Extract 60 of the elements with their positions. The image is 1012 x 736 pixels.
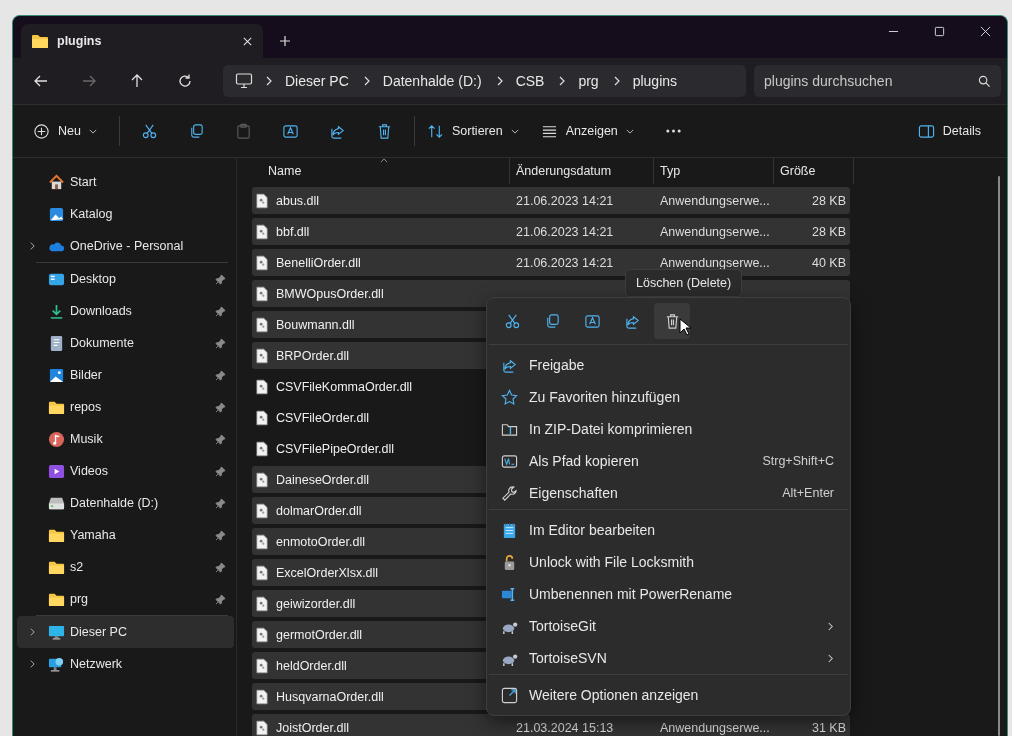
menu-label: Freigabe bbox=[529, 357, 586, 373]
file-name: BenelliOrder.dll bbox=[276, 255, 361, 270]
file-name: heldOrder.dll bbox=[276, 658, 347, 673]
file-name: germotOrder.dll bbox=[276, 627, 363, 642]
sidebar-label: s2 bbox=[70, 560, 85, 574]
date-cell: 21.06.2023 14:21 bbox=[516, 224, 614, 239]
menu-label: In ZIP-Datei komprimieren bbox=[529, 421, 694, 437]
file-name: CSVFileOrder.dll bbox=[276, 410, 370, 425]
date-cell: 21.03.2024 15:13 bbox=[516, 720, 614, 735]
sidebar-label: OneDrive - Personal bbox=[70, 239, 185, 253]
sidebar-label: Bilder bbox=[70, 368, 103, 382]
size-cell: 28 KB bbox=[811, 193, 846, 208]
tooltip: Löschen (Delete) bbox=[625, 269, 743, 297]
file-name: ExcelOrderXlsx.dll bbox=[276, 565, 379, 580]
menu-label: TortoiseGit bbox=[529, 618, 597, 634]
sidebar-label: Downloads bbox=[70, 304, 133, 318]
sidebar-label: Musik bbox=[70, 432, 104, 446]
sidebar-label: Katalog bbox=[70, 207, 114, 221]
menu-label: TortoiseSVN bbox=[529, 650, 608, 666]
date-cell: 21.06.2023 14:21 bbox=[516, 255, 614, 270]
sidebar-label: Dokumente bbox=[70, 336, 135, 350]
file-name: geiwizorder.dll bbox=[276, 596, 356, 611]
file-name: enmotoOrder.dll bbox=[276, 534, 365, 549]
sidebar-label: Desktop bbox=[70, 272, 117, 286]
type-cell: Anwendungserwe... bbox=[660, 193, 770, 208]
file-name: HusqvarnaOrder.dll bbox=[276, 689, 384, 704]
date-cell: 21.06.2023 14:21 bbox=[516, 193, 614, 208]
sidebar-label: Dieser PC bbox=[70, 625, 128, 639]
sidebar-label: Start bbox=[70, 175, 98, 189]
file-name: DaineseOrder.dll bbox=[276, 472, 370, 487]
file-name: BMWOpusOrder.dll bbox=[276, 286, 384, 301]
sidebar-label: Videos bbox=[70, 464, 109, 478]
file-name: Bouwmann.dll bbox=[276, 317, 355, 332]
shortcut-text: Strg+Shift+C bbox=[762, 454, 834, 468]
size-cell: 31 KB bbox=[811, 720, 846, 735]
sidebar-label: Yamaha bbox=[70, 528, 117, 542]
file-name: CSVFileKommaOrder.dll bbox=[276, 379, 413, 394]
menu-label: Weitere Optionen anzeigen bbox=[529, 687, 700, 703]
size-cell: 28 KB bbox=[811, 224, 846, 239]
type-cell: Anwendungserwe... bbox=[660, 224, 770, 239]
file-name: BRPOrder.dll bbox=[276, 348, 349, 363]
sidebar-label: Datenhalde (D:) bbox=[70, 496, 160, 510]
file-name: bbf.dll bbox=[276, 224, 310, 239]
sidebar-label: Netzwerk bbox=[70, 657, 124, 671]
type-cell: Anwendungserwe... bbox=[660, 720, 770, 735]
menu-label: Unlock with File Locksmith bbox=[529, 554, 695, 570]
sidebar-label: repos bbox=[70, 400, 103, 414]
menu-label: Zu Favoriten hinzufügen bbox=[529, 389, 681, 405]
menu-label: Im Editor bearbeiten bbox=[529, 522, 657, 538]
menu-label: Eigenschaften bbox=[529, 485, 619, 501]
file-name: CSVFilePipeOrder.dll bbox=[276, 441, 395, 456]
menu-label: Umbenennen mit PowerRename bbox=[529, 586, 734, 602]
file-name: dolmarOrder.dll bbox=[276, 503, 362, 518]
menu-label: Als Pfad kopieren bbox=[529, 453, 640, 469]
type-cell: Anwendungserwe... bbox=[660, 255, 770, 270]
file-name: JoistOrder.dll bbox=[276, 720, 349, 735]
shortcut-text: Alt+Enter bbox=[782, 486, 834, 500]
file-name: abus.dll bbox=[276, 193, 320, 208]
size-cell: 40 KB bbox=[811, 255, 846, 270]
sidebar-label: prg bbox=[70, 592, 90, 606]
